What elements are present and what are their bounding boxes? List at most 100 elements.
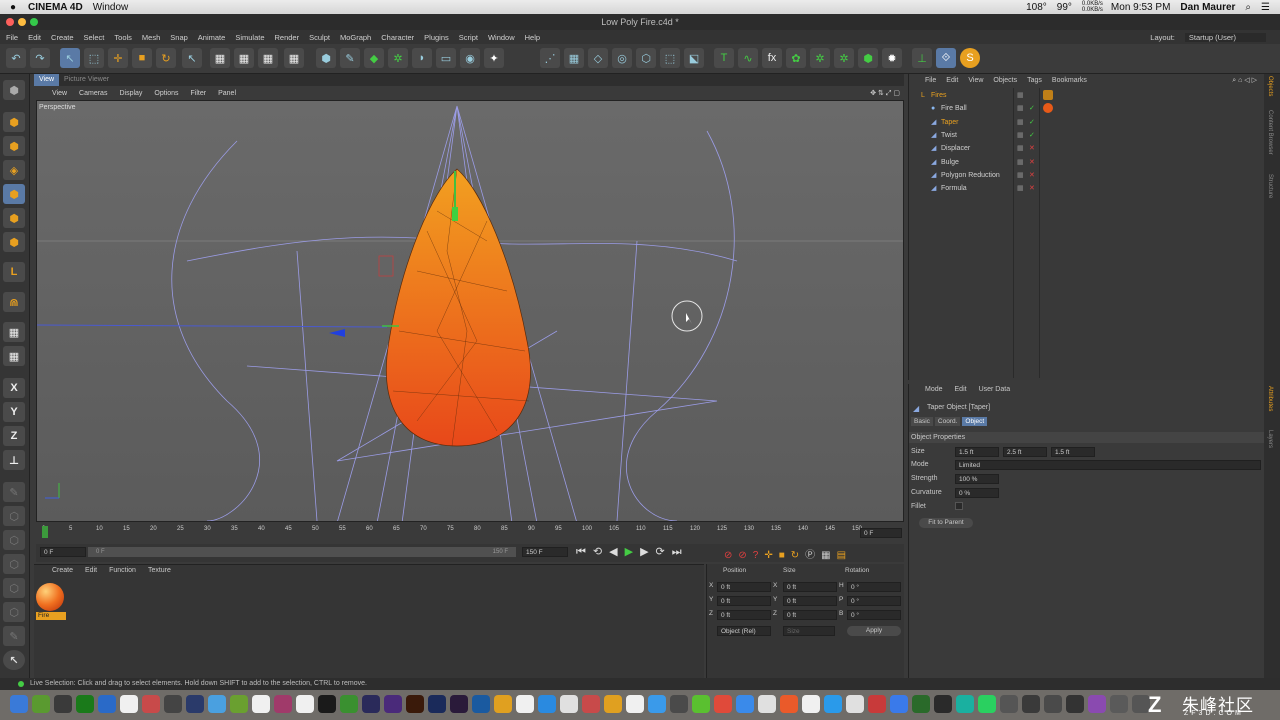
texture-mode-icon[interactable]: ⬡ xyxy=(636,48,656,68)
frame-range-slider[interactable]: 0 F 150 F xyxy=(88,547,516,557)
visibility-toggle-icon[interactable]: ▦ xyxy=(1017,129,1024,142)
menu-sculpt[interactable]: Sculpt xyxy=(309,33,330,42)
viewport-menu-filter[interactable]: Filter xyxy=(191,90,207,97)
dock-app-icon[interactable] xyxy=(1088,695,1106,713)
menu-tools[interactable]: Tools xyxy=(114,33,132,42)
user-name[interactable]: Dan Maurer xyxy=(1180,2,1235,13)
size-x-field[interactable]: 1.5 ft xyxy=(955,447,999,457)
size-field[interactable]: 0 ft xyxy=(783,582,837,592)
dock-app-icon[interactable] xyxy=(340,695,358,713)
y-axis-icon[interactable]: Y xyxy=(3,402,25,422)
dock-app-icon[interactable] xyxy=(692,695,710,713)
dock-app-icon[interactable] xyxy=(428,695,446,713)
texture-icon[interactable]: ⬢ xyxy=(3,136,25,156)
timeline-ruler[interactable]: 0510152025303540455055606570758085909510… xyxy=(36,522,904,544)
edit-render-settings-icon[interactable]: ▦ xyxy=(258,48,278,68)
side-tab-content-browser[interactable]: Content Browser xyxy=(1267,110,1273,155)
dock-app-icon[interactable] xyxy=(494,695,512,713)
cube-icon[interactable]: ⬢ xyxy=(316,48,336,68)
current-frame-field[interactable]: 0 F xyxy=(860,528,902,538)
brush-icon[interactable]: ✎ xyxy=(3,482,25,502)
light-icon[interactable]: ✦ xyxy=(484,48,504,68)
position-field[interactable]: 0 ft xyxy=(717,582,771,592)
tab-picture-viewer[interactable]: Picture Viewer xyxy=(59,74,114,86)
dock-app-icon[interactable] xyxy=(780,695,798,713)
object-row[interactable]: ● Fire Ball ▦ ✓ xyxy=(909,102,1265,115)
dock-app-icon[interactable] xyxy=(560,695,578,713)
live-selection-icon[interactable]: ↖ xyxy=(60,48,80,68)
points-mode-icon[interactable]: ⋰ xyxy=(540,48,560,68)
mograph-field-icon[interactable]: ✲ xyxy=(834,48,854,68)
dock-app-icon[interactable] xyxy=(98,695,116,713)
size-field[interactable]: 0 ft xyxy=(783,610,837,620)
enabled-check-icon[interactable]: ✓ xyxy=(1029,116,1035,129)
strength-field[interactable]: 100 % xyxy=(955,474,999,484)
dock-app-icon[interactable] xyxy=(1022,695,1040,713)
render-view-icon[interactable]: ▦ xyxy=(210,48,230,68)
mograph-cloner-icon[interactable]: ✿ xyxy=(786,48,806,68)
disabled-x-icon[interactable]: ✕ xyxy=(1029,169,1035,182)
coordinate-system-icon[interactable]: ⊥ xyxy=(3,450,25,470)
stroke-icon[interactable]: ⬡ xyxy=(3,578,25,598)
generator-icon[interactable]: ⬢ xyxy=(858,48,878,68)
dock-app-icon[interactable] xyxy=(32,695,50,713)
floor-icon[interactable]: ▭ xyxy=(436,48,456,68)
edges-icon[interactable]: ⬢ xyxy=(3,208,25,228)
am-tab-coord[interactable]: Coord. xyxy=(934,417,961,426)
dock-app-icon[interactable] xyxy=(406,695,424,713)
dock-app-icon[interactable] xyxy=(934,695,952,713)
z-axis-icon[interactable]: Z xyxy=(3,426,25,446)
axis-mode-icon[interactable]: ⬕ xyxy=(684,48,704,68)
dock-app-icon[interactable] xyxy=(714,695,732,713)
menu-create[interactable]: Create xyxy=(51,33,74,42)
menu-render[interactable]: Render xyxy=(275,33,300,42)
am-tab-object[interactable]: Object xyxy=(962,417,988,426)
dock-app-icon[interactable] xyxy=(736,695,754,713)
object-row[interactable]: ◢ Polygon Reduction ▦ ✕ xyxy=(909,169,1265,182)
layout-select[interactable]: Startup (User) xyxy=(1184,32,1266,42)
subdivision-icon[interactable]: ◆ xyxy=(364,48,384,68)
playhead[interactable] xyxy=(42,526,48,538)
3d-viewport[interactable]: Perspective xyxy=(36,100,904,522)
menu-select[interactable]: Select xyxy=(84,33,105,42)
material-menu-edit[interactable]: Edit xyxy=(85,567,97,574)
model-icon[interactable]: ⬢ xyxy=(3,112,25,132)
step-back-icon[interactable]: ◀ xyxy=(609,546,624,558)
dock-app-icon[interactable] xyxy=(1066,695,1084,713)
object-row[interactable]: ◢ Bulge ▦ ✕ xyxy=(909,156,1265,169)
menu-character[interactable]: Character xyxy=(381,33,414,42)
dock-app-icon[interactable] xyxy=(76,695,94,713)
key-scale-icon[interactable]: ■ xyxy=(779,550,791,561)
z-axis-handle[interactable] xyxy=(329,329,345,337)
am-menu-edit[interactable]: Edit xyxy=(955,386,967,393)
close-window-icon[interactable] xyxy=(6,18,14,26)
material-menu-create[interactable]: Create xyxy=(52,567,73,574)
menu-help[interactable]: Help xyxy=(525,33,540,42)
dock-app-icon[interactable] xyxy=(1110,695,1128,713)
apple-icon[interactable]: ● xyxy=(10,2,16,13)
dock-app-icon[interactable] xyxy=(516,695,534,713)
next-key-icon[interactable]: ⟳ xyxy=(656,546,672,558)
edges-mode-icon[interactable]: ▦ xyxy=(564,48,584,68)
menu-animate[interactable]: Animate xyxy=(198,33,226,42)
dock-app-icon[interactable] xyxy=(538,695,556,713)
workplane-icon[interactable]: ⬚ xyxy=(660,48,680,68)
om-menu-objects[interactable]: Objects xyxy=(993,77,1017,84)
dock-app-icon[interactable] xyxy=(582,695,600,713)
viewport-menu-panel[interactable]: Panel xyxy=(218,90,236,97)
zoom-window-icon[interactable] xyxy=(30,18,38,26)
coords-mode-select[interactable]: Object (Rel) xyxy=(717,626,771,636)
workplane-tool-icon[interactable]: ◈ xyxy=(3,160,25,180)
pen-icon[interactable]: ✎ xyxy=(3,626,25,646)
mograph-effector-icon[interactable]: ✲ xyxy=(810,48,830,68)
move-icon[interactable]: ✛ xyxy=(108,48,128,68)
coords-size-mode-select[interactable]: Size xyxy=(783,626,835,636)
enabled-check-icon[interactable]: ✓ xyxy=(1029,129,1035,142)
play-icon[interactable]: ▶ xyxy=(625,546,640,558)
text-icon[interactable]: T xyxy=(714,48,734,68)
prev-key-icon[interactable]: ⟲ xyxy=(593,546,609,558)
dock-app-icon[interactable] xyxy=(1044,695,1062,713)
keyset-icon[interactable]: ? xyxy=(753,550,765,561)
object-row[interactable]: ◢ Twist ▦ ✓ xyxy=(909,129,1265,142)
menu-snap[interactable]: Snap xyxy=(170,33,188,42)
